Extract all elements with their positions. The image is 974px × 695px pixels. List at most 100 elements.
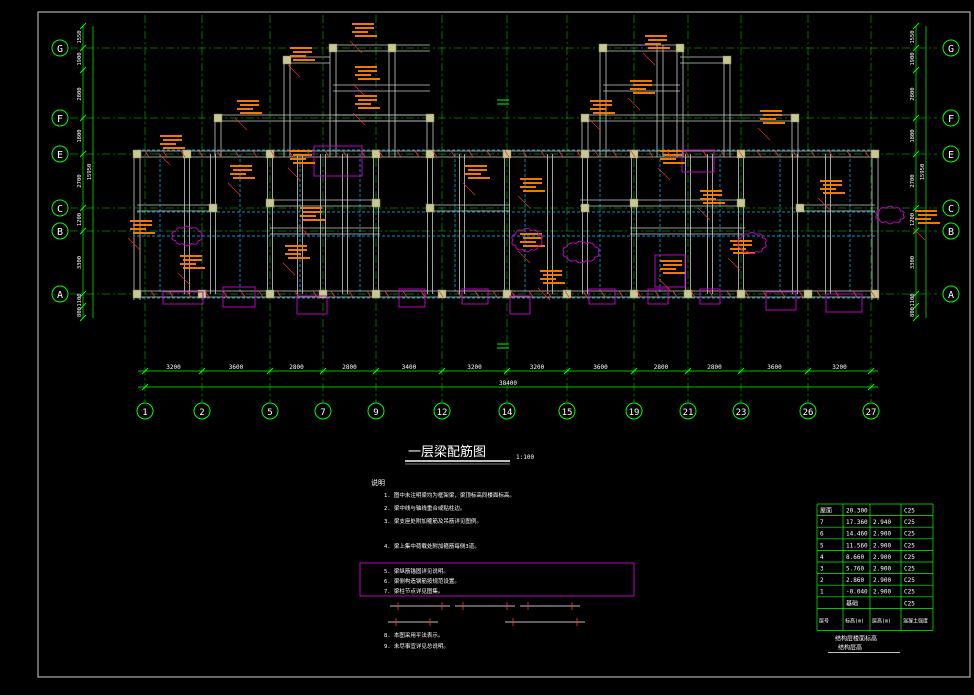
rebar-text-line — [645, 43, 661, 45]
dim-vertical-text: 2800 — [77, 87, 83, 100]
dim-spacing-text: 3200 — [832, 364, 847, 371]
column — [265, 198, 275, 208]
column — [318, 289, 328, 299]
rebar-text-line — [703, 202, 725, 204]
axis-bubble-label: B — [948, 227, 954, 238]
rebar-text-line — [290, 158, 306, 160]
dim-vertical-total-text: 15950 — [920, 164, 926, 181]
dim-vertical-text: 3300 — [910, 256, 916, 269]
rebar-text-line — [663, 154, 682, 156]
note-line: 9. 未尽事宜详见总说明。 — [384, 642, 449, 650]
axis-bubble-label: A — [57, 290, 63, 301]
rebar-text-line — [590, 100, 612, 102]
rebar-text-line — [760, 118, 776, 120]
dim-spacing-text: 2800 — [654, 364, 669, 371]
rebar-text-line — [700, 198, 716, 200]
rebar-text-line — [303, 219, 325, 221]
column — [328, 43, 338, 53]
axis-bubble-label: 12 — [437, 408, 448, 418]
axis-bubble-label: 15 — [562, 408, 573, 418]
rebar-text-line — [700, 190, 722, 192]
column — [213, 113, 223, 123]
rebar-text-line — [633, 84, 652, 86]
axis-bubble-label: 9 — [373, 408, 378, 418]
dim-spacing-text: 3200 — [530, 364, 545, 371]
table-cell: 5.760 — [846, 566, 864, 573]
dim-spacing-text: 3400 — [402, 364, 417, 371]
column — [208, 203, 218, 213]
rebar-text-line — [520, 178, 542, 180]
rebar-text-line — [523, 237, 542, 239]
column — [371, 289, 381, 299]
column — [580, 203, 590, 213]
rebar-text-line — [300, 215, 316, 217]
rebar-text-line — [523, 190, 545, 192]
rebar-text-line — [648, 47, 670, 49]
table-cell: 5 — [820, 542, 824, 549]
table-caption: 结构层楼面标高 — [835, 634, 877, 642]
table-cell: 2.900 — [873, 577, 891, 584]
rebar-text-line — [285, 245, 307, 247]
column — [425, 203, 435, 213]
table-cell: C25 — [904, 566, 915, 573]
rebar-text-line — [133, 224, 152, 226]
dim-vertical-text: 2800 — [910, 87, 916, 100]
dim-spacing-text: 3200 — [166, 364, 181, 371]
axis-bubble-label: 7 — [320, 408, 325, 418]
rebar-text-line — [290, 47, 312, 49]
dim-vertical-text: 1900 — [910, 52, 916, 65]
note-line: 1. 图中未注明梁均为框架梁，梁顶标高同楼面标高。 — [384, 491, 515, 499]
drawing-title: 一层梁配筋图 — [408, 444, 486, 460]
drawing-scale: 1:100 — [516, 454, 534, 461]
table-cell: 2.860 — [846, 577, 864, 584]
rebar-text-line — [763, 114, 782, 116]
table-cell: 8.660 — [846, 554, 864, 561]
rebar-text-line — [543, 274, 562, 276]
axis-bubble-label: G — [948, 44, 954, 55]
rebar-text-line — [468, 169, 487, 171]
axis-bubble-label: 14 — [502, 408, 513, 418]
table-cell: C25 — [904, 542, 915, 549]
dim-vertical-text: 1800 — [77, 129, 83, 142]
column — [629, 198, 639, 208]
table-cell: C25 — [904, 554, 915, 561]
table-cell: -0.040 — [846, 589, 868, 596]
rebar-text-line — [285, 253, 301, 255]
column — [795, 203, 805, 213]
rebar-text-line — [660, 260, 682, 262]
rebar-text-line — [520, 186, 536, 188]
rebar-text-line — [663, 272, 685, 274]
rebar-text-line — [355, 35, 377, 37]
dim-vertical-text: 1550 — [910, 30, 916, 43]
dim-vertical-text: 3300 — [77, 256, 83, 269]
table-cell: 2.900 — [873, 531, 891, 538]
column — [803, 289, 813, 299]
rebar-text-line — [293, 51, 312, 53]
rebar-text-line — [915, 210, 937, 212]
cad-drawing-canvas[interactable]: 3200 3600 2800 2800 3400 3200 3200 3600 2800 2800… — [0, 0, 974, 695]
rebar-text-line — [918, 222, 940, 224]
rebar-text-line — [523, 182, 542, 184]
axis-bubble-label: E — [57, 150, 63, 161]
rebar-text-line — [543, 282, 565, 284]
rebar-text-line — [648, 39, 667, 41]
table-header-cell: 标高(m) — [845, 617, 864, 624]
rebar-text-line — [523, 245, 545, 247]
rebar-text-line — [240, 104, 259, 106]
rebar-text-line — [645, 35, 667, 37]
axis-bubble-label: 19 — [629, 408, 640, 418]
table-header-cell: 层号 — [819, 618, 829, 624]
column — [598, 43, 608, 53]
rebar-text-line — [355, 66, 377, 68]
rebar-text-line — [352, 31, 368, 33]
rebar-text-line — [237, 100, 259, 102]
table-cell: 3 — [820, 566, 824, 573]
column — [282, 55, 292, 65]
axis-bubble-label: E — [948, 150, 954, 161]
rebar-text-line — [520, 241, 536, 243]
column — [182, 149, 192, 159]
note-line: 3. 梁支座处附加箍筋及吊筋详见图例。 — [384, 517, 482, 525]
dim-spacing-text: 2800 — [342, 364, 357, 371]
table-cell: 4 — [820, 554, 824, 561]
table-cell: 2.900 — [873, 589, 891, 596]
